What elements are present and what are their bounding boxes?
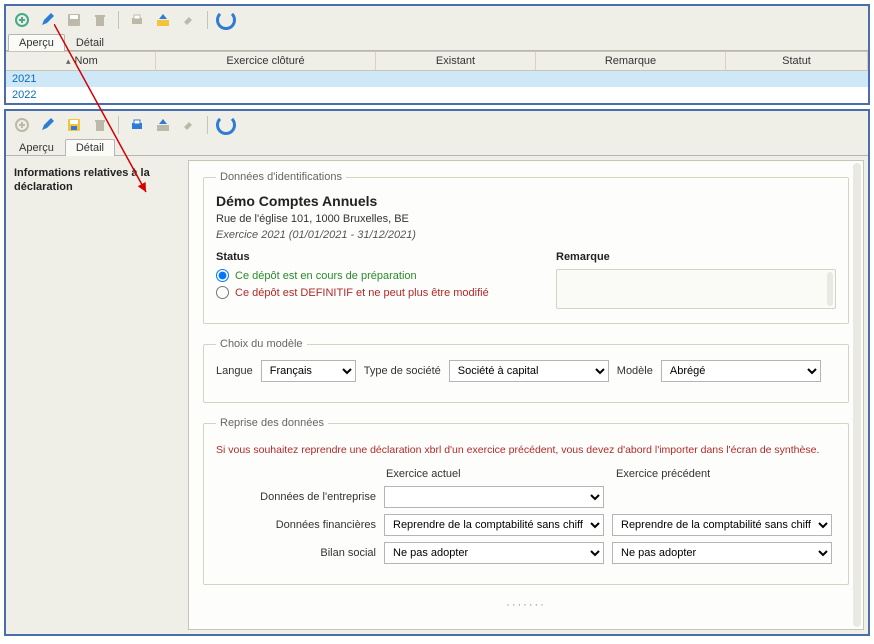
side-item-declaration-info[interactable]: Informations relatives à la déclaration bbox=[14, 166, 176, 195]
reprise-note: Si vous souhaitez reprendre une déclarat… bbox=[216, 443, 836, 458]
detail-toolbar bbox=[6, 111, 868, 139]
status-radio-definitif[interactable] bbox=[216, 286, 229, 299]
reprise-legend: Reprise des données bbox=[216, 417, 328, 429]
entreprise-actuel-select[interactable] bbox=[384, 486, 604, 508]
col-remarque[interactable]: Remarque bbox=[536, 52, 726, 70]
overview-grid: ▴Nom Exercice clôturé Existant Remarque … bbox=[6, 51, 868, 103]
print-icon[interactable] bbox=[127, 10, 147, 30]
refresh-icon[interactable] bbox=[216, 10, 236, 30]
tab-apercu[interactable]: Aperçu bbox=[8, 139, 65, 156]
scrollbar[interactable] bbox=[853, 163, 861, 627]
row-bilan-label: Bilan social bbox=[216, 547, 376, 559]
detail-main: Données d'identifications Démo Comptes A… bbox=[188, 160, 864, 630]
fiscal-period: Exercice 2021 (01/01/2021 - 31/12/2021) bbox=[216, 229, 836, 241]
col-statut[interactable]: Statut bbox=[726, 52, 868, 70]
modele-select[interactable]: Abrégé bbox=[661, 360, 821, 382]
model-legend: Choix du modèle bbox=[216, 338, 307, 350]
grid-row[interactable]: 2022 bbox=[6, 87, 868, 103]
detail-window: Aperçu Détail Informations relatives à l… bbox=[4, 109, 870, 636]
identification-group: Données d'identifications Démo Comptes A… bbox=[203, 171, 849, 324]
remark-textarea[interactable] bbox=[556, 269, 836, 309]
save-icon[interactable] bbox=[64, 115, 84, 135]
model-group: Choix du modèle Langue Français Type de … bbox=[203, 338, 849, 403]
company-address: Rue de l'église 101, 1000 Bruxelles, BE bbox=[216, 213, 836, 225]
print-icon[interactable] bbox=[127, 115, 147, 135]
settings-icon[interactable] bbox=[179, 115, 199, 135]
bilan-precedent-select[interactable]: Ne pas adopter bbox=[612, 542, 832, 564]
row-entreprise-label: Données de l'entreprise bbox=[216, 491, 376, 503]
type-societe-label: Type de société bbox=[364, 365, 441, 377]
import-icon[interactable] bbox=[153, 115, 173, 135]
delete-icon[interactable] bbox=[90, 115, 110, 135]
financieres-actuel-select[interactable]: Reprendre de la comptabilité sans chiffr… bbox=[384, 514, 604, 536]
type-societe-select[interactable]: Société à capital bbox=[449, 360, 609, 382]
side-tree: Informations relatives à la déclaration bbox=[6, 160, 184, 630]
tab-detail[interactable]: Détail bbox=[65, 139, 115, 156]
col-nom[interactable]: ▴Nom bbox=[6, 52, 156, 70]
bilan-actuel-select[interactable]: Ne pas adopter bbox=[384, 542, 604, 564]
col-precedent-header: Exercice précédent bbox=[616, 468, 836, 480]
grid-header: ▴Nom Exercice clôturé Existant Remarque … bbox=[6, 51, 868, 71]
tab-apercu[interactable]: Aperçu bbox=[8, 34, 65, 51]
col-existant[interactable]: Existant bbox=[376, 52, 536, 70]
save-icon[interactable] bbox=[64, 10, 84, 30]
edit-icon[interactable] bbox=[38, 115, 58, 135]
status-radio-preparation[interactable] bbox=[216, 269, 229, 282]
detail-tabs: Aperçu Détail bbox=[6, 139, 868, 156]
overview-toolbar bbox=[6, 6, 868, 34]
reprise-group: Reprise des données Si vous souhaitez re… bbox=[203, 417, 849, 585]
status-radio-definitif-label: Ce dépôt est DEFINITIF et ne peut plus ê… bbox=[235, 287, 489, 299]
tab-detail[interactable]: Détail bbox=[65, 34, 115, 51]
status-label: Status bbox=[216, 251, 496, 263]
modele-label: Modèle bbox=[617, 365, 653, 377]
company-name: Démo Comptes Annuels bbox=[216, 193, 836, 209]
row-financieres-label: Données financières bbox=[216, 519, 376, 531]
financieres-precedent-select[interactable]: Reprendre de la comptabilité sans chiffr… bbox=[612, 514, 832, 536]
grid-row[interactable]: 2021 bbox=[6, 71, 868, 87]
col-exercice[interactable]: Exercice clôturé bbox=[156, 52, 376, 70]
col-actuel-header: Exercice actuel bbox=[386, 468, 606, 480]
overview-window: Aperçu Détail ▴Nom Exercice clôturé Exis… bbox=[4, 4, 870, 105]
identification-legend: Données d'identifications bbox=[216, 171, 346, 183]
add-icon[interactable] bbox=[12, 10, 32, 30]
settings-icon[interactable] bbox=[179, 10, 199, 30]
remark-label: Remarque bbox=[556, 251, 836, 263]
add-icon[interactable] bbox=[12, 115, 32, 135]
status-radio-preparation-label: Ce dépôt est en cours de préparation bbox=[235, 270, 417, 282]
langue-select[interactable]: Français bbox=[261, 360, 356, 382]
delete-icon[interactable] bbox=[90, 10, 110, 30]
refresh-icon[interactable] bbox=[216, 115, 236, 135]
import-icon[interactable] bbox=[153, 10, 173, 30]
overview-tabs: Aperçu Détail bbox=[6, 34, 868, 51]
langue-label: Langue bbox=[216, 365, 253, 377]
edit-icon[interactable] bbox=[38, 10, 58, 30]
